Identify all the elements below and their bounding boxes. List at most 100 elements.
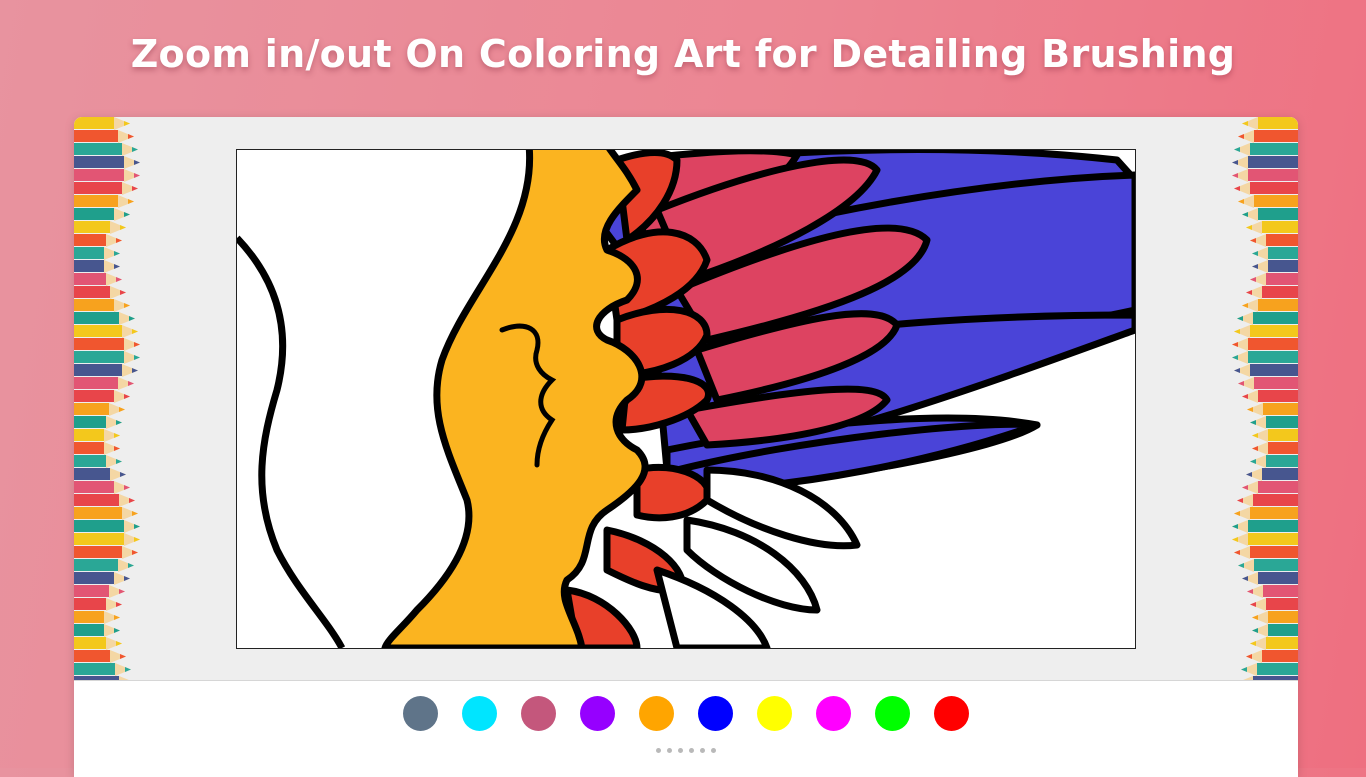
pencil-decoration — [74, 494, 135, 507]
pencil-decoration — [74, 546, 138, 559]
pencil-decoration — [74, 169, 140, 182]
pencil-decoration — [1252, 624, 1298, 637]
pencil-decoration — [74, 377, 134, 390]
pencil-decoration — [74, 195, 134, 208]
pencil-decoration — [74, 663, 131, 676]
pencil-decoration — [74, 260, 120, 273]
pencil-decoration — [1243, 676, 1298, 680]
page-dot[interactable] — [656, 748, 661, 753]
pencil-decoration — [1241, 663, 1298, 676]
pencil-decoration — [1234, 325, 1298, 338]
pencil-decoration — [1242, 117, 1298, 130]
pencil-border-left — [74, 117, 154, 680]
pencil-decoration — [1242, 390, 1298, 403]
color-swatch-red[interactable] — [934, 695, 969, 731]
pencil-decoration — [74, 273, 122, 286]
pencil-decoration — [74, 429, 120, 442]
pencil-decoration — [1234, 507, 1298, 520]
color-swatch-magenta[interactable] — [816, 695, 851, 731]
color-swatch-green[interactable] — [875, 695, 910, 731]
pencil-decoration — [1242, 299, 1298, 312]
pencil-decoration — [74, 507, 138, 520]
pencil-border-right — [1218, 117, 1298, 680]
pencil-decoration — [1247, 403, 1298, 416]
pencil-decoration — [1232, 338, 1298, 351]
pencil-decoration — [1232, 533, 1298, 546]
pencil-decoration — [74, 208, 130, 221]
pencil-decoration — [1238, 130, 1298, 143]
pencil-decoration — [1232, 520, 1298, 533]
pencil-decoration — [74, 221, 126, 234]
color-swatch-rose[interactable] — [521, 695, 556, 731]
color-swatch-cyan[interactable] — [462, 695, 497, 731]
pencil-decoration — [1250, 234, 1298, 247]
page-dot[interactable] — [700, 748, 705, 753]
coloring-canvas[interactable] — [236, 149, 1136, 649]
pencil-decoration — [74, 442, 120, 455]
pencil-decoration — [1234, 182, 1298, 195]
pencil-decoration — [74, 585, 125, 598]
pencil-decoration — [1250, 637, 1298, 650]
coloring-artwork[interactable] — [237, 150, 1135, 648]
pencil-decoration — [1242, 572, 1298, 585]
pencil-decoration — [74, 390, 130, 403]
pencil-decoration — [1250, 598, 1298, 611]
pencil-decoration — [74, 403, 125, 416]
pencil-decoration — [74, 338, 140, 351]
pencil-decoration — [1246, 286, 1298, 299]
pencil-decoration — [1246, 221, 1298, 234]
pencil-decoration — [74, 325, 138, 338]
pencil-decoration — [74, 533, 140, 546]
page-dot[interactable] — [711, 748, 716, 753]
pencil-decoration — [1237, 494, 1298, 507]
page-indicator — [74, 748, 1298, 753]
color-palette — [74, 693, 1298, 733]
color-swatch-yellow[interactable] — [757, 695, 792, 731]
pencil-decoration — [74, 650, 126, 663]
pencil-decoration — [1250, 273, 1298, 286]
pencil-decoration — [1234, 546, 1298, 559]
color-swatch-violet[interactable] — [580, 695, 615, 731]
workspace — [74, 117, 1298, 681]
pencil-decoration — [74, 182, 138, 195]
pencil-decoration — [1234, 364, 1298, 377]
pencil-decoration — [1252, 260, 1298, 273]
pencil-decoration — [74, 234, 122, 247]
color-swatch-orange[interactable] — [639, 695, 674, 731]
pencil-decoration — [74, 156, 140, 169]
pencil-decoration — [74, 117, 130, 130]
pencil-decoration — [74, 624, 120, 637]
pencil-decoration — [1238, 195, 1298, 208]
pencil-decoration — [74, 247, 120, 260]
pencil-decoration — [1242, 481, 1298, 494]
pencil-decoration — [1250, 416, 1298, 429]
pencil-decoration — [74, 364, 138, 377]
pencil-decoration — [74, 455, 122, 468]
pencil-decoration — [1252, 442, 1298, 455]
pencil-decoration — [74, 676, 129, 680]
pencil-decoration — [1232, 169, 1298, 182]
pencil-decoration — [1232, 351, 1298, 364]
color-swatch-slate[interactable] — [403, 695, 438, 731]
pencil-decoration — [1242, 208, 1298, 221]
pencil-decoration — [74, 598, 122, 611]
pencil-decoration — [74, 130, 134, 143]
pencil-decoration — [74, 286, 126, 299]
page-dot[interactable] — [689, 748, 694, 753]
pencil-decoration — [1237, 312, 1298, 325]
pencil-decoration — [1238, 377, 1298, 390]
pencil-decoration — [74, 637, 122, 650]
pencil-decoration — [74, 520, 140, 533]
pencil-decoration — [1246, 468, 1298, 481]
pencil-decoration — [74, 468, 126, 481]
pencil-decoration — [1252, 429, 1298, 442]
pencil-decoration — [74, 312, 135, 325]
pencil-decoration — [74, 572, 130, 585]
color-swatch-blue[interactable] — [698, 695, 733, 731]
page-dot[interactable] — [678, 748, 683, 753]
pencil-decoration — [1246, 650, 1298, 663]
page-dot[interactable] — [667, 748, 672, 753]
pencil-decoration — [1238, 559, 1298, 572]
bird-outline-left — [237, 235, 346, 648]
pencil-decoration — [1252, 611, 1298, 624]
